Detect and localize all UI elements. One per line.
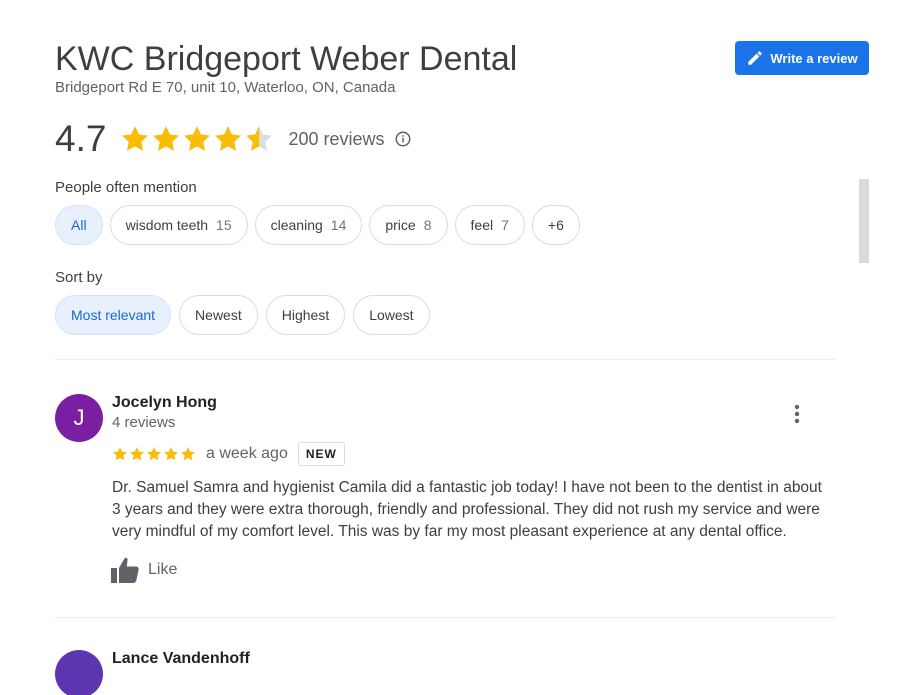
business-name: KWC Bridgeport Weber Dental: [55, 40, 518, 78]
mention-chip-count: 15: [216, 217, 232, 233]
sort-option[interactable]: Newest: [179, 295, 258, 335]
star-icon: [130, 447, 144, 461]
business-address: Bridgeport Rd E 70, unit 10, Waterloo, O…: [55, 79, 396, 96]
mention-chip[interactable]: feel 7: [454, 205, 525, 245]
reviewer-name[interactable]: Jocelyn Hong: [112, 394, 217, 412]
sort-options: Most relevant Newest Highest Lowest: [55, 295, 430, 335]
sort-option[interactable]: Lowest: [353, 295, 430, 335]
rating-stars: [120, 124, 274, 154]
rating-value: 4.7: [55, 118, 107, 159]
rating-summary: 4.7 200 reviews: [55, 113, 412, 165]
mention-chip[interactable]: wisdom teeth 15: [109, 205, 248, 245]
mention-chip-label: +6: [547, 217, 564, 233]
sort-option[interactable]: Highest: [265, 295, 346, 335]
mention-chip-count: 7: [501, 217, 509, 233]
mention-chips: All wisdom teeth 15 cleaning 14 price 8 feel 7 +6: [55, 205, 580, 245]
review-count: 200 reviews: [288, 128, 385, 149]
review-stars: [112, 446, 196, 462]
new-badge: NEW: [297, 442, 345, 466]
review-time: a week ago: [206, 445, 288, 462]
mention-chip[interactable]: +6: [531, 205, 580, 245]
star-icon: [215, 126, 242, 151]
sort-label: Sort by: [55, 269, 103, 286]
like-button[interactable]: Like: [111, 556, 177, 584]
star-icon: [181, 447, 195, 461]
reviewer-review-count: 4 reviews: [112, 414, 176, 431]
mention-chip[interactable]: All: [55, 205, 103, 245]
like-label: Like: [148, 561, 178, 578]
more-vert-icon: [794, 404, 800, 424]
pencil-icon: [748, 51, 763, 65]
divider: [55, 617, 835, 618]
mentions-label: People often mention: [55, 179, 197, 196]
mention-chip-label: price: [385, 217, 416, 233]
star-icon: [246, 126, 273, 151]
star-icon: [184, 126, 211, 151]
divider: [55, 359, 835, 360]
avatar[interactable]: J: [55, 394, 103, 442]
reviewer-name[interactable]: Lance Vandenhoff: [112, 650, 250, 668]
star-icon: [164, 447, 178, 461]
avatar-initial: J: [73, 405, 85, 430]
scrollbar[interactable]: [859, 179, 869, 263]
write-review-label: Write a review: [770, 50, 858, 66]
star-icon: [122, 126, 149, 151]
mention-chip[interactable]: cleaning 14: [254, 205, 363, 245]
info-icon[interactable]: [394, 130, 412, 148]
write-review-button[interactable]: Write a review: [735, 41, 869, 75]
star-icon: [153, 126, 180, 151]
mention-chip-count: 14: [330, 217, 347, 233]
reviews-panel: KWC Bridgeport Weber Dental Bridgeport R…: [0, 0, 923, 695]
mention-chip-count: 8: [423, 217, 432, 233]
review-text: Dr. Samuel Samra and hygienist Camila di…: [112, 479, 822, 540]
mention-chip[interactable]: price 8: [369, 205, 448, 245]
star-icon: [113, 447, 127, 461]
mention-chip-label: feel: [470, 217, 494, 233]
avatar[interactable]: [55, 650, 103, 695]
review-rating-row: a week ago NEW: [112, 441, 345, 467]
sort-option[interactable]: Most relevant: [55, 295, 172, 335]
star-icon: [147, 447, 161, 461]
thumbs-up-icon: [111, 557, 139, 583]
mention-chip-label: wisdom teeth: [125, 217, 209, 233]
more-options-button[interactable]: [784, 401, 810, 427]
mention-chip-label: cleaning: [270, 217, 323, 233]
mention-chip-label: All: [71, 217, 87, 233]
